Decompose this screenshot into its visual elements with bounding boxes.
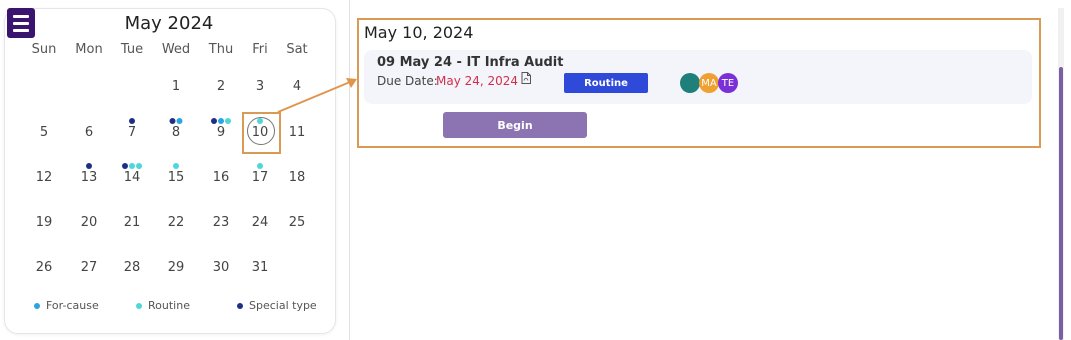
event-dots bbox=[86, 163, 92, 169]
pdf-file-icon[interactable] bbox=[521, 72, 531, 84]
calendar-day[interactable]: 26 bbox=[36, 260, 53, 275]
weekday-header: Mon bbox=[75, 42, 103, 57]
event-dot-icon bbox=[136, 163, 142, 169]
calendar-day[interactable]: 2 bbox=[217, 79, 225, 94]
calendar-day[interactable]: 22 bbox=[168, 215, 185, 230]
legend-for-cause: For-cause bbox=[34, 299, 99, 312]
event-dot-icon bbox=[129, 118, 135, 124]
month-title: May 2024 bbox=[124, 13, 214, 34]
calendar-day[interactable]: 31 bbox=[252, 260, 269, 275]
routine-dot-icon bbox=[136, 302, 142, 309]
calendar-day[interactable]: 8 bbox=[172, 125, 180, 140]
calendar-day[interactable]: 27 bbox=[81, 260, 98, 275]
event-dot-icon bbox=[257, 163, 263, 169]
for-cause-dot-icon bbox=[34, 302, 40, 309]
calendar-day[interactable]: 7 bbox=[128, 125, 136, 140]
avatar[interactable]: MA bbox=[699, 73, 719, 93]
event-dots bbox=[211, 118, 231, 124]
event-dots bbox=[169, 118, 183, 124]
event-dot-icon bbox=[225, 118, 231, 124]
avatar[interactable] bbox=[680, 73, 700, 93]
calendar-day[interactable]: 13 bbox=[81, 170, 98, 185]
calendar-day[interactable]: 9 bbox=[217, 125, 225, 140]
due-date-value: May 24, 2024 bbox=[436, 74, 519, 88]
legend-label: For-cause bbox=[46, 299, 99, 312]
scrollbar-thumb[interactable] bbox=[1059, 67, 1063, 340]
legend-label: Routine bbox=[148, 299, 190, 312]
selected-day-highlight bbox=[242, 112, 281, 154]
event-dots bbox=[173, 163, 179, 169]
calendar-day[interactable]: 17 bbox=[252, 170, 269, 185]
calendar-day[interactable]: 1 bbox=[172, 79, 180, 94]
weekday-header: Fri bbox=[252, 42, 268, 57]
calendar-day[interactable]: 16 bbox=[213, 170, 230, 185]
calendar-day[interactable]: 15 bbox=[168, 170, 185, 185]
task-title[interactable]: 09 May 24 - IT Infra Audit bbox=[377, 55, 563, 70]
event-dot-icon bbox=[211, 118, 217, 124]
weekday-header: Thu bbox=[208, 42, 234, 57]
calendar-day[interactable]: 24 bbox=[252, 215, 269, 230]
calendar-day[interactable]: 5 bbox=[40, 125, 48, 140]
task-type-badge: Routine bbox=[564, 73, 648, 93]
event-dot-icon bbox=[218, 118, 224, 124]
calendar-day[interactable]: 14 bbox=[124, 170, 141, 185]
calendar-day[interactable]: 30 bbox=[213, 260, 230, 275]
calendar-day[interactable]: 11 bbox=[289, 125, 306, 140]
panel-divider bbox=[349, 0, 350, 340]
weekday-header: Tue bbox=[120, 42, 144, 57]
calendar-day[interactable]: 21 bbox=[124, 215, 141, 230]
calendar-day[interactable]: 12 bbox=[36, 170, 53, 185]
calendar-day[interactable]: 18 bbox=[289, 170, 306, 185]
calendar-day[interactable]: 25 bbox=[289, 215, 306, 230]
event-dot-icon bbox=[173, 163, 179, 169]
legend-special: Special type bbox=[237, 299, 317, 312]
detail-date-title: May 10, 2024 bbox=[364, 23, 474, 42]
calendar-day[interactable]: 29 bbox=[168, 260, 185, 275]
calendar-day[interactable]: 6 bbox=[85, 125, 93, 140]
calendar-day[interactable]: 19 bbox=[36, 215, 53, 230]
begin-button[interactable]: Begin bbox=[443, 112, 587, 138]
avatar[interactable]: TE bbox=[718, 73, 738, 93]
calendar-day[interactable]: 20 bbox=[81, 215, 98, 230]
special-type-dot-icon bbox=[237, 302, 243, 309]
event-dots bbox=[129, 118, 135, 124]
weekday-header: Sun bbox=[31, 42, 57, 57]
event-dot-icon bbox=[122, 163, 128, 169]
calendar-day[interactable]: 4 bbox=[293, 79, 301, 94]
weekday-header: Wed bbox=[161, 42, 191, 57]
event-dot-icon bbox=[86, 163, 92, 169]
event-dots bbox=[122, 163, 142, 169]
legend-routine: Routine bbox=[136, 299, 190, 312]
legend-label: Special type bbox=[249, 299, 317, 312]
event-dot-icon bbox=[169, 118, 176, 124]
calendar-day[interactable]: 28 bbox=[124, 260, 141, 275]
calendar-day[interactable]: 23 bbox=[213, 215, 230, 230]
event-dot-icon bbox=[129, 163, 135, 169]
hamburger-menu-icon[interactable] bbox=[7, 8, 35, 38]
weekday-header: Sat bbox=[286, 42, 308, 57]
due-date-label: Due Date: bbox=[377, 74, 438, 88]
calendar-day[interactable]: 3 bbox=[256, 79, 264, 94]
event-dot-icon bbox=[176, 118, 183, 124]
event-dots bbox=[257, 163, 263, 169]
